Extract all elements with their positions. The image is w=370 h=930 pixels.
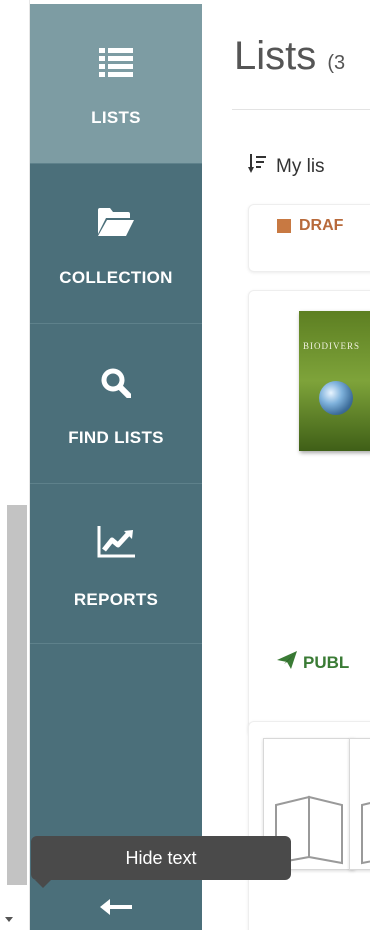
sort-label: My lis (276, 156, 325, 177)
tooltip-arrow (35, 880, 51, 888)
list-card[interactable]: DRAF (248, 204, 370, 272)
sidebar-item-collection[interactable]: COLLECTION (30, 164, 202, 324)
collapse-sidebar-button[interactable] (30, 888, 202, 930)
paper-plane-icon (277, 651, 297, 674)
status-badge: DRAF (277, 217, 343, 235)
sidebar-item-lists[interactable]: LISTS (30, 4, 202, 164)
sidebar-item-label: LISTS (91, 108, 141, 127)
book-cover-image[interactable]: BIODIVERS (299, 311, 370, 451)
page-title: Lists (3 (234, 34, 345, 79)
main-content: Lists (3 My lis DRAF BIODIVERS PUBL (202, 4, 370, 930)
list-icon (30, 48, 202, 78)
status-label: PUBL (303, 652, 350, 672)
book-placeholder-icon (350, 802, 370, 873)
folder-open-icon (30, 208, 202, 236)
status-badge: PUBL (277, 651, 349, 674)
line-chart-icon (30, 526, 202, 558)
arrow-left-icon (100, 898, 132, 920)
scrollbar-down-arrow-icon[interactable] (5, 917, 13, 922)
sidebar-item-label: COLLECTION (59, 268, 173, 287)
book-thumbnail[interactable] (349, 738, 370, 870)
draft-status-icon (277, 219, 291, 233)
page-scrollbar[interactable] (0, 0, 30, 930)
sidebar-item-label: REPORTS (73, 590, 159, 609)
title-divider (232, 109, 370, 110)
page-title-text: Lists (234, 34, 317, 78)
hide-text-tooltip: Hide text (31, 836, 291, 880)
status-label: DRAF (299, 217, 344, 234)
sidebar-item-label: FIND LISTS (68, 428, 164, 447)
sort-icon (248, 154, 266, 180)
sidebar: LISTS COLLECTION FIND LISTS REPORTS (30, 4, 202, 930)
scrollbar-thumb[interactable] (7, 505, 27, 885)
sidebar-item-reports[interactable]: REPORTS (30, 484, 202, 644)
globe-illustration (319, 381, 353, 415)
sidebar-item-find-lists[interactable]: FIND LISTS (30, 324, 202, 484)
list-card[interactable]: BIODIVERS PUBL (248, 290, 370, 736)
search-icon (30, 368, 202, 398)
book-cover-title: BIODIVERS (303, 341, 361, 351)
list-card[interactable] (248, 721, 370, 930)
sort-dropdown[interactable]: My lis (248, 154, 325, 180)
list-count: (3 (327, 52, 346, 74)
